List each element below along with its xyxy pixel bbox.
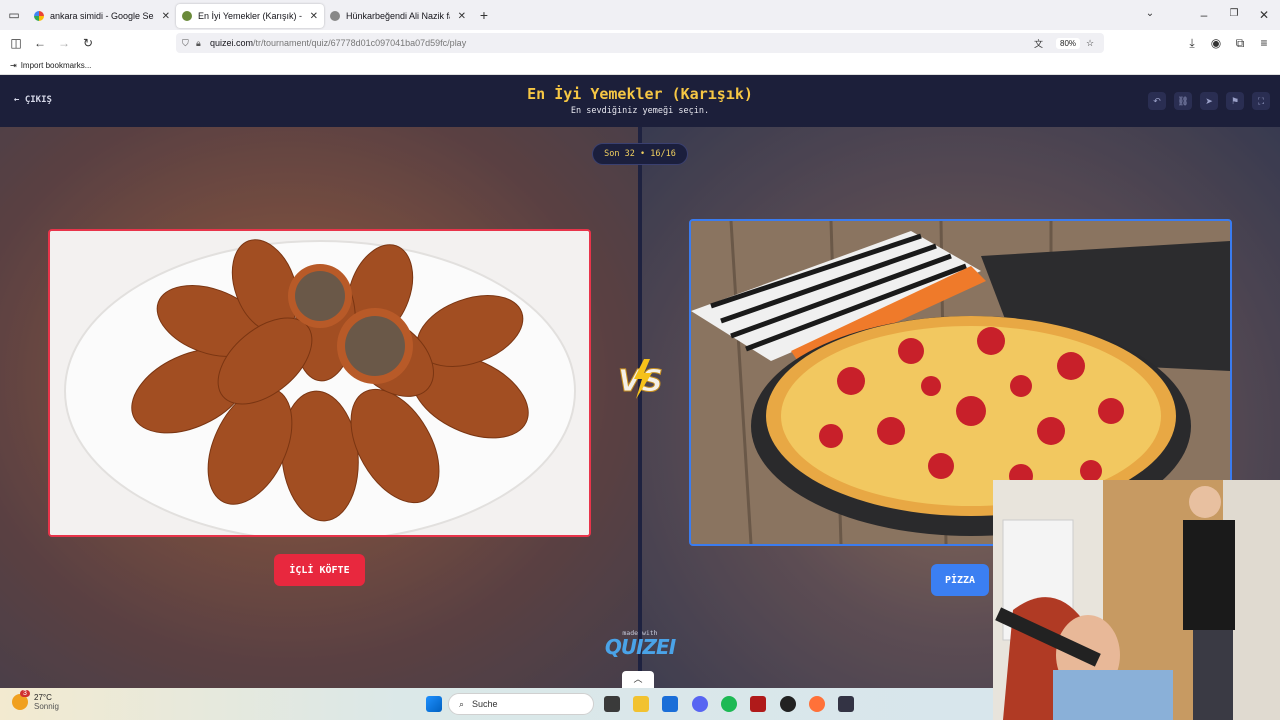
taskbar-search[interactable]: ⌕ Suche bbox=[448, 693, 594, 715]
store-icon[interactable] bbox=[662, 696, 678, 712]
tab-label: Hünkarbeğendi Ali Nazik farkı bbox=[346, 11, 450, 21]
sun-icon: 3 bbox=[12, 690, 30, 710]
lock-icon: 🔒︎ bbox=[196, 37, 201, 48]
vs-emblem: VS bbox=[618, 359, 663, 400]
globe-favicon-icon bbox=[330, 11, 340, 21]
google-favicon-icon bbox=[34, 11, 44, 21]
send-icon[interactable]: ➤ bbox=[1200, 92, 1218, 110]
round-badge: Son 32 • 16/16 bbox=[592, 143, 688, 165]
tab-list-chevron-icon[interactable]: ⌄ bbox=[1138, 8, 1162, 19]
weather-badge: 3 bbox=[20, 690, 30, 697]
voicemeeter-icon[interactable] bbox=[750, 696, 766, 712]
discord-icon[interactable] bbox=[692, 696, 708, 712]
bookmarks-bar: ⇥ Import bookmarks... bbox=[0, 56, 1280, 75]
center-divider bbox=[638, 127, 642, 688]
fullscreen-icon[interactable]: ⛶ bbox=[1252, 92, 1270, 110]
quizei-logo: QUIZEI bbox=[604, 635, 676, 659]
tab-google-search[interactable]: ankara simidi - Google Search ✕ bbox=[28, 4, 176, 28]
zoom-level[interactable]: 80% bbox=[1056, 37, 1081, 49]
quizei-favicon-icon bbox=[182, 11, 192, 21]
tab-label: En İyi Yemekler (Karışık) - Quizei bbox=[198, 11, 302, 21]
made-with-quizei[interactable]: made with QUIZEI bbox=[604, 629, 676, 657]
temperature: 27°C bbox=[34, 693, 52, 702]
back-icon[interactable]: ← bbox=[28, 36, 52, 50]
firefox-icon[interactable] bbox=[809, 696, 825, 712]
browser-tab-bar: ▭ ankara simidi - Google Search ✕ En İyi… bbox=[0, 0, 1280, 30]
browser-nav-bar: ◫ ← → ↻ ⛉ 🔒︎ quizei.com /tr/tournament/q… bbox=[0, 30, 1280, 56]
flag-icon[interactable]: ⚑ bbox=[1226, 92, 1244, 110]
restore-icon[interactable]: ❐ bbox=[1222, 8, 1246, 19]
search-placeholder: Suche bbox=[472, 699, 498, 709]
task-view-icon[interactable] bbox=[604, 696, 620, 712]
undo-icon[interactable]: ↶ bbox=[1148, 92, 1166, 110]
import-icon: ⇥ bbox=[10, 60, 17, 70]
file-explorer-icon[interactable] bbox=[633, 696, 649, 712]
new-tab-icon[interactable]: + bbox=[472, 7, 496, 23]
shield-icon: ⛉ bbox=[182, 37, 189, 48]
weather-text: Sonnig bbox=[34, 702, 59, 711]
search-icon: ⌕ bbox=[459, 698, 465, 709]
close-tab-icon[interactable]: ✕ bbox=[162, 11, 170, 22]
account-icon[interactable]: ◉ bbox=[1204, 36, 1228, 50]
close-tab-icon[interactable]: ✕ bbox=[310, 11, 318, 22]
share-link-icon[interactable]: ⛓ bbox=[1174, 92, 1192, 110]
windows-start-icon[interactable] bbox=[426, 696, 442, 712]
obs-icon[interactable] bbox=[780, 696, 796, 712]
close-tab-icon[interactable]: ✕ bbox=[458, 11, 466, 22]
minimize-icon[interactable]: – bbox=[1192, 8, 1216, 22]
windows-taskbar: 3 27°C Sonnig ⌕ Suche bbox=[0, 688, 993, 720]
app-icon[interactable] bbox=[838, 696, 854, 712]
taskbar-expand-chevron-icon[interactable]: ︿ bbox=[622, 671, 654, 688]
tab-hunkarbegendi[interactable]: Hünkarbeğendi Ali Nazik farkı ✕ bbox=[324, 4, 472, 28]
url-host: quizei.com bbox=[210, 38, 254, 48]
url-path: /tr/tournament/quiz/67778d01c097041ba07d… bbox=[253, 38, 467, 48]
menu-icon[interactable]: ≡ bbox=[1252, 36, 1276, 50]
import-bookmarks-link[interactable]: Import bookmarks... bbox=[21, 61, 92, 70]
header-toolbar: ↶ ⛓ ➤ ⚑ ⛶ bbox=[1148, 92, 1270, 110]
reload-icon[interactable]: ↻ bbox=[76, 36, 100, 50]
bookmark-star-icon[interactable]: ☆ bbox=[1086, 38, 1094, 49]
downloads-icon[interactable]: ⤓ bbox=[1180, 36, 1204, 51]
choose-pizza-button[interactable]: PİZZA bbox=[931, 564, 989, 596]
quiz-header: ← ÇIKIŞ En İyi Yemekler (Karışık) En sev… bbox=[0, 75, 1280, 127]
webcam-feed-image bbox=[993, 480, 1280, 720]
address-bar[interactable]: ⛉ 🔒︎ quizei.com /tr/tournament/quiz/6777… bbox=[176, 33, 1104, 53]
sidebar-toggle-icon[interactable]: ◫ bbox=[4, 36, 28, 50]
tab-label: ankara simidi - Google Search bbox=[50, 11, 154, 21]
icli-kofte-image bbox=[50, 231, 589, 535]
forward-icon[interactable]: → bbox=[52, 36, 76, 50]
choose-icli-kofte-button[interactable]: İÇLİ KÖFTE bbox=[274, 554, 365, 586]
window-close-icon[interactable]: ✕ bbox=[1252, 8, 1276, 22]
quiz-title: En İyi Yemekler (Karışık) bbox=[527, 85, 753, 103]
webcam-overlay bbox=[993, 480, 1280, 720]
weather-widget[interactable]: 3 27°C Sonnig bbox=[12, 690, 59, 711]
tab-overview-icon[interactable]: ▭ bbox=[0, 8, 28, 22]
extensions-icon[interactable]: ⧉ bbox=[1228, 36, 1252, 51]
spotify-icon[interactable] bbox=[721, 696, 737, 712]
quiz-subtitle: En sevdiğiniz yemeği seçin. bbox=[570, 106, 710, 116]
left-choice-card[interactable] bbox=[48, 229, 591, 537]
translate-icon[interactable]: 文 bbox=[1034, 37, 1043, 50]
tab-quizei[interactable]: En İyi Yemekler (Karışık) - Quizei ✕ bbox=[176, 4, 324, 28]
